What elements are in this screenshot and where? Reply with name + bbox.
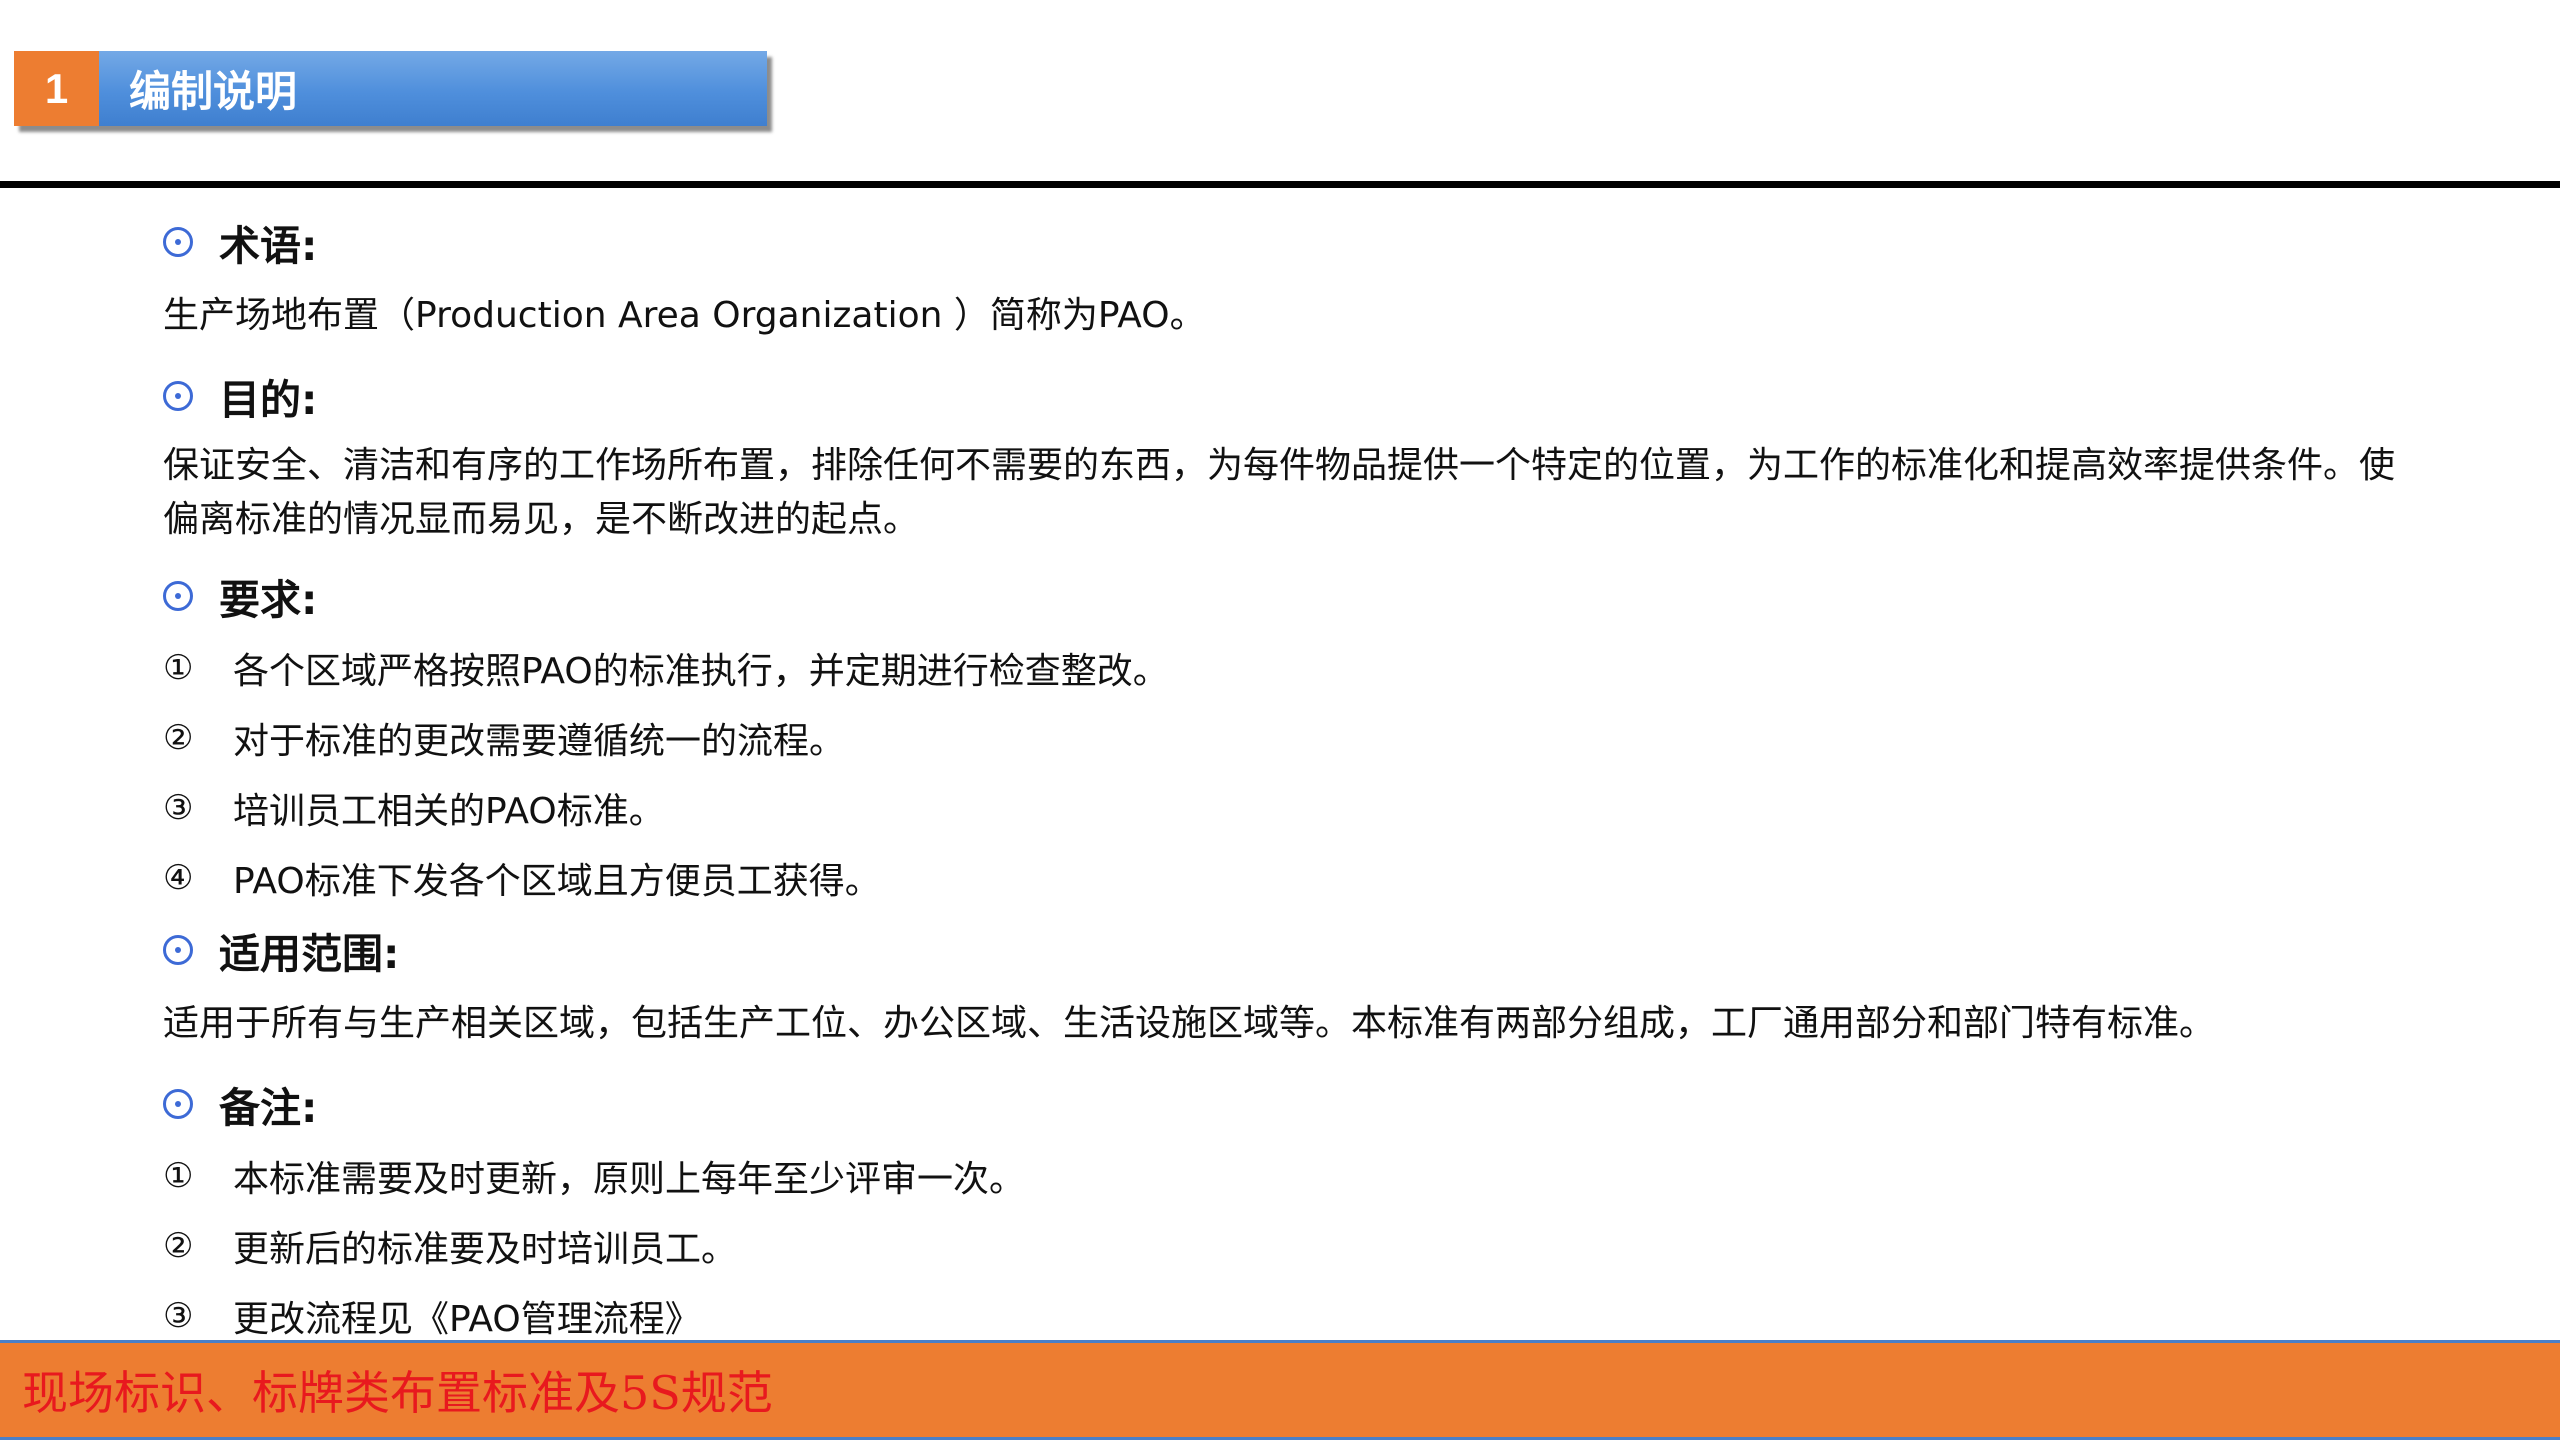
circle-bullet-icon: [163, 1089, 193, 1119]
scope-text: 适用于所有与生产相关区域，包括生产工位、办公区域、生活设施区域等。本标准有两部分…: [163, 1003, 2216, 1044]
list-item: ② 更新后的标准要及时培训员工。: [163, 1211, 2403, 1281]
list-item: ③ 培训员工相关的PAO标准。: [163, 773, 2403, 843]
scope-heading-label: 适用范围:: [219, 930, 400, 978]
circle-bullet-icon: [163, 581, 193, 611]
scope-heading: 适用范围:: [163, 913, 2403, 987]
list-item: ② 对于标准的更改需要遵循统一的流程。: [163, 703, 2403, 773]
list-marker: ③: [163, 1296, 194, 1336]
terms-heading-label: 术语:: [219, 222, 318, 270]
purpose-heading: 目的:: [163, 359, 2403, 433]
footer-banner: 现场标识、标牌类布置标准及5S规范: [0, 1340, 2560, 1440]
list-item-text: 各个区域严格按照PAO的标准执行，并定期进行检查整改。: [233, 651, 1169, 692]
list-marker: ④: [163, 858, 194, 898]
list-item: ① 各个区域严格按照PAO的标准执行，并定期进行检查整改。: [163, 633, 2403, 703]
section-title: 编制说明: [99, 51, 767, 126]
list-item-text: 培训员工相关的PAO标准。: [233, 791, 665, 832]
list-item-text: 对于标准的更改需要遵循统一的流程。: [233, 721, 846, 762]
list-marker: ③: [163, 788, 194, 828]
circle-bullet-icon: [163, 935, 193, 965]
list-marker: ②: [163, 1226, 194, 1266]
terms-heading: 术语:: [163, 205, 2403, 279]
requirements-heading-label: 要求:: [219, 576, 318, 624]
circle-bullet-icon: [163, 227, 193, 257]
purpose-heading-label: 目的:: [219, 376, 318, 424]
list-item: ① 本标准需要及时更新，原则上每年至少评审一次。: [163, 1141, 2403, 1211]
purpose-text: 保证安全、清洁和有序的工作场所布置，排除任何不需要的东西，为每件物品提供一个特定…: [163, 445, 2396, 540]
terms-text: 生产场地布置（Production Area Organization ）简称为…: [163, 295, 1206, 336]
list-item-text: 更新后的标准要及时培训员工。: [233, 1229, 738, 1270]
section-number: 1: [14, 51, 99, 126]
list-item-text: 本标准需要及时更新，原则上每年至少评审一次。: [233, 1159, 1026, 1200]
notes-heading: 备注:: [163, 1067, 2403, 1141]
list-marker: ①: [163, 648, 194, 688]
footer-title: 现场标识、标牌类布置标准及5S规范: [22, 1366, 773, 1420]
list-item-text: 更改流程见《PAO管理流程》: [233, 1299, 701, 1340]
circle-bullet-icon: [163, 381, 193, 411]
list-marker: ①: [163, 1156, 194, 1196]
header-divider: [0, 181, 2560, 188]
list-marker: ②: [163, 718, 194, 758]
section-header: 1 编制说明: [14, 51, 767, 126]
requirements-heading: 要求:: [163, 559, 2403, 633]
list-item: ④ PAO标准下发各个区域且方便员工获得。: [163, 843, 2403, 913]
content-body: 术语: 生产场地布置（Production Area Organization …: [163, 205, 2403, 1351]
list-item-text: PAO标准下发各个区域且方便员工获得。: [233, 861, 881, 902]
notes-heading-label: 备注:: [219, 1084, 318, 1132]
